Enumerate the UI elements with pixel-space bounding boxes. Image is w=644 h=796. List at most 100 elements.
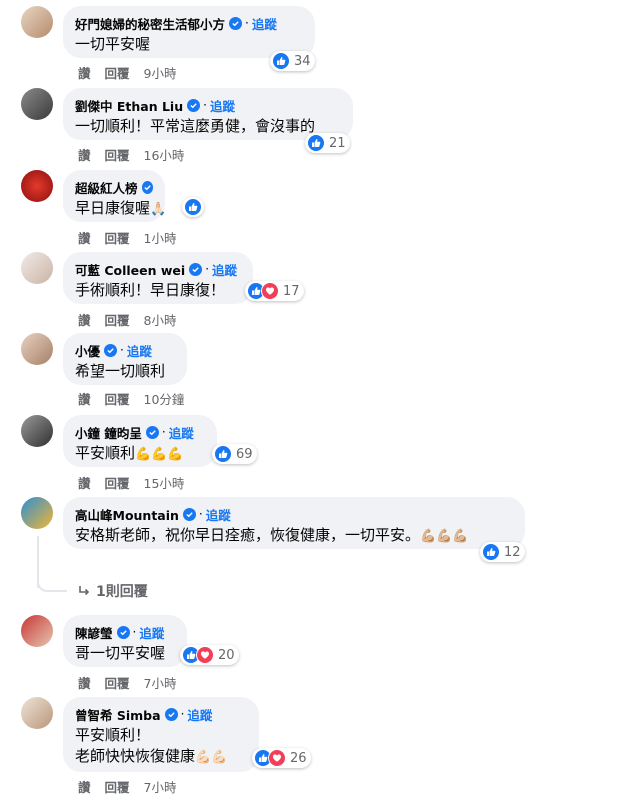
comment-text: 早日康復喔 <box>75 199 151 217</box>
reaction-summary[interactable]: 34 <box>270 51 315 71</box>
comment-timestamp[interactable]: 16小時 <box>144 145 185 164</box>
avatar[interactable] <box>21 170 53 202</box>
comment-bubble: 小優 · 追蹤 希望一切順利 <box>63 333 187 385</box>
like-button[interactable]: 讚 <box>78 63 91 82</box>
commenter-name[interactable]: 可藍 Colleen wei <box>75 260 185 279</box>
comment-bubble: 超級紅人榜 早日康復喔🙏🏻 <box>63 170 166 222</box>
reaction-summary[interactable]: 69 <box>212 444 257 464</box>
like-button[interactable]: 讚 <box>78 228 91 247</box>
separator-dot: · <box>245 16 249 30</box>
reaction-summary[interactable] <box>182 197 204 217</box>
follow-button[interactable]: 追蹤 <box>187 705 212 724</box>
reply-thread-curve <box>37 576 67 592</box>
like-button[interactable]: 讚 <box>78 389 91 408</box>
like-reaction-icon <box>307 134 325 152</box>
love-reaction-icon <box>196 646 214 664</box>
comment-timestamp[interactable]: 9小時 <box>144 63 177 82</box>
like-reaction-icon <box>272 52 290 70</box>
comment-text: 一切順利！平常這麼勇健，會沒事的 <box>75 117 316 135</box>
verified-badge-icon <box>189 262 203 276</box>
follow-button[interactable]: 追蹤 <box>210 96 235 115</box>
comment-bubble: 小鐘 鐘昀呈 · 追蹤 平安順利💪💪💪 <box>63 415 217 467</box>
like-button[interactable]: 讚 <box>78 673 91 692</box>
reply-button[interactable]: 回覆 <box>105 228 130 247</box>
like-button[interactable]: 讚 <box>78 777 91 796</box>
follow-button[interactable]: 追蹤 <box>127 341 152 360</box>
avatar[interactable] <box>21 6 53 38</box>
reply-button[interactable]: 回覆 <box>105 389 130 408</box>
like-button[interactable]: 讚 <box>78 473 91 492</box>
reaction-count: 20 <box>218 647 235 663</box>
reply-button[interactable]: 回覆 <box>105 673 130 692</box>
comment-text: 平安順利 <box>75 444 136 462</box>
comment-timestamp[interactable]: 1小時 <box>144 228 177 247</box>
verified-badge-icon <box>164 707 178 721</box>
reply-button[interactable]: 回覆 <box>105 63 130 82</box>
reply-button[interactable]: 回覆 <box>105 473 130 492</box>
like-button[interactable]: 讚 <box>78 145 91 164</box>
avatar[interactable] <box>21 333 53 365</box>
separator-dot: · <box>203 98 207 112</box>
commenter-name[interactable]: 好門媳婦的秘密生活郁小方 <box>75 14 225 33</box>
reaction-summary[interactable]: 21 <box>305 133 350 153</box>
commenter-name[interactable]: 小優 <box>75 341 100 360</box>
view-replies-link[interactable]: 1則回覆 <box>78 581 148 601</box>
avatar[interactable] <box>21 615 53 647</box>
comment-actions: 讚 回覆 9小時 <box>78 63 176 82</box>
reaction-summary[interactable]: 12 <box>480 542 525 562</box>
comment-bubble: 可藍 Colleen wei · 追蹤 手術順利！早日康復！ <box>63 252 253 304</box>
reply-button[interactable]: 回覆 <box>105 777 130 796</box>
comment-timestamp[interactable]: 7小時 <box>144 673 177 692</box>
comment-actions: 讚 回覆 16小時 <box>78 145 184 164</box>
comment-actions: 讚 回覆 1小時 <box>78 228 176 247</box>
verified-badge-icon <box>187 98 201 112</box>
reaction-summary[interactable]: 26 <box>252 748 311 768</box>
comment-timestamp[interactable]: 15小時 <box>144 473 185 492</box>
follow-button[interactable]: 追蹤 <box>139 623 164 642</box>
follow-button[interactable]: 追蹤 <box>252 14 277 33</box>
view-replies-label: 1則回覆 <box>96 584 148 600</box>
comment-actions: 讚 回覆 15小時 <box>78 473 184 492</box>
avatar[interactable] <box>21 88 53 120</box>
verified-badge-icon <box>182 507 196 521</box>
comment-text: 手術順利！早日康復！ <box>75 281 226 299</box>
comment-timestamp[interactable]: 10分鐘 <box>144 389 185 408</box>
follow-button[interactable]: 追蹤 <box>169 423 194 442</box>
comment-timestamp[interactable]: 7小時 <box>144 777 177 796</box>
comment-text-row: 老師快快恢復健康💪🏻💪🏻 <box>75 746 247 768</box>
reaction-count: 69 <box>236 446 253 462</box>
commenter-name[interactable]: 劉傑中 Ethan Liu <box>75 96 183 115</box>
like-button[interactable]: 讚 <box>78 310 91 329</box>
comment-text-row: 早日康復喔🙏🏻 <box>75 198 166 220</box>
comment-text: 希望一切順利 <box>75 362 166 380</box>
commenter-name[interactable]: 超級紅人榜 <box>75 178 138 197</box>
reaction-count: 12 <box>504 544 521 560</box>
comment-text-row: 平安順利💪💪💪 <box>75 443 205 465</box>
comment-bubble: 高山峰Mountain · 追蹤 安格斯老師，祝你早日痊癒，恢復健康，一切平安。… <box>63 497 525 549</box>
avatar[interactable] <box>21 497 53 529</box>
love-reaction-icon <box>268 749 286 767</box>
verified-badge-icon <box>141 180 153 194</box>
comment-emoji: 🙏🏻 <box>150 202 167 217</box>
commenter-name[interactable]: 高山峰Mountain <box>75 505 179 524</box>
reply-button[interactable]: 回覆 <box>105 145 130 164</box>
comment-timestamp[interactable]: 8小時 <box>144 310 177 329</box>
avatar[interactable] <box>21 697 53 729</box>
reaction-summary[interactable]: 17 <box>245 281 304 301</box>
comment-text: 安格斯老師，祝你早日痊癒，恢復健康，一切平安。 <box>75 526 421 544</box>
comment-text: 平安順利！ <box>75 726 151 744</box>
comment-emoji: 💪🏼💪🏼💪🏼 <box>420 529 469 544</box>
follow-button[interactable]: 追蹤 <box>206 505 231 524</box>
separator-dot: · <box>132 625 137 639</box>
commenter-name[interactable]: 陳諺瑩 <box>75 623 113 642</box>
avatar[interactable] <box>21 415 53 447</box>
commenter-name[interactable]: 小鐘 鐘昀呈 <box>75 423 142 442</box>
reply-button[interactable]: 回覆 <box>105 310 130 329</box>
follow-button[interactable]: 追蹤 <box>212 260 237 279</box>
reaction-count: 26 <box>290 750 307 766</box>
reaction-summary[interactable]: 20 <box>180 645 239 665</box>
verified-badge-icon <box>145 425 159 439</box>
avatar[interactable] <box>21 252 53 284</box>
like-reaction-icon <box>184 198 202 216</box>
commenter-name[interactable]: 曾智希 Simba <box>75 705 161 724</box>
